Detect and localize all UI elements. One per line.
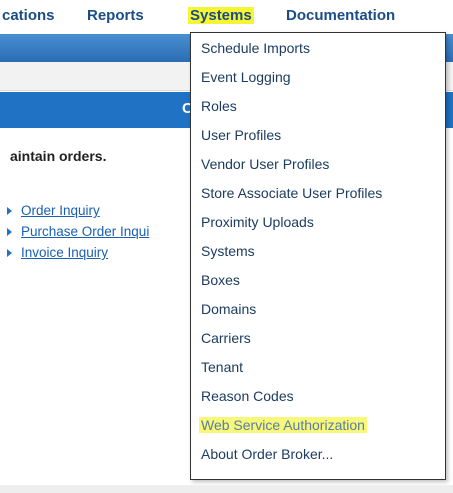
bullet-arrow-icon <box>7 207 12 215</box>
bullet-arrow-icon <box>7 228 12 236</box>
menu-item-label: Proximity Uploads <box>201 214 314 230</box>
menu-item-systems[interactable]: Systems <box>191 239 445 265</box>
menu-item-label: About Order Broker... <box>201 446 334 462</box>
menu-item-reason-codes[interactable]: Reason Codes <box>191 384 445 410</box>
menu-item-label: Roles <box>201 98 237 114</box>
menu-item-schedule-imports[interactable]: Schedule Imports <box>191 36 445 62</box>
menu-item-event-logging[interactable]: Event Logging <box>191 65 445 91</box>
menu-item-user-profiles[interactable]: User Profiles <box>191 123 445 149</box>
menu-item-label: Vendor User Profiles <box>201 156 330 172</box>
menu-item-label: Systems <box>201 243 255 259</box>
menu-item-store-associate-user-profiles[interactable]: Store Associate User Profiles <box>191 181 445 207</box>
nav-item-reports[interactable]: Reports <box>87 7 144 24</box>
order-inquiry-link[interactable]: Order Inquiry <box>21 203 100 218</box>
menu-item-label: Schedule Imports <box>201 40 310 56</box>
menu-item-boxes[interactable]: Boxes <box>191 268 445 294</box>
nav-item-systems[interactable]: Systems <box>188 7 254 24</box>
systems-dropdown-menu: Schedule Imports Event Logging Roles Use… <box>190 32 446 480</box>
page-footer-divider <box>0 485 453 493</box>
menu-item-label: Carriers <box>201 330 251 346</box>
menu-item-about-order-broker[interactable]: About Order Broker... <box>191 442 445 468</box>
bullet-arrow-icon <box>7 249 12 257</box>
menu-item-label: Reason Codes <box>201 388 294 404</box>
menu-item-roles[interactable]: Roles <box>191 94 445 120</box>
menu-item-vendor-user-profiles[interactable]: Vendor User Profiles <box>191 152 445 178</box>
menu-item-label: Tenant <box>201 359 244 375</box>
intro-text: aintain orders. <box>10 148 107 164</box>
menu-item-label: Web Service Authorization <box>199 417 367 433</box>
menu-item-label: Store Associate User Profiles <box>201 185 383 201</box>
menu-item-proximity-uploads[interactable]: Proximity Uploads <box>191 210 445 236</box>
nav-item-documentation[interactable]: Documentation <box>286 7 395 24</box>
menu-item-tenant[interactable]: Tenant <box>191 355 445 381</box>
menu-item-carriers[interactable]: Carriers <box>191 326 445 352</box>
menu-item-label: Boxes <box>201 272 240 288</box>
purchase-order-inquiry-link[interactable]: Purchase Order Inqui <box>21 224 149 239</box>
nav-item-applications[interactable]: cations <box>2 7 55 24</box>
menu-item-domains[interactable]: Domains <box>191 297 445 323</box>
menu-item-label: Domains <box>201 301 257 317</box>
menu-item-label: Event Logging <box>201 69 291 85</box>
top-navigation: cations Reports Systems Documentation <box>0 0 453 34</box>
menu-item-web-service-authorization[interactable]: Web Service Authorization <box>191 413 445 439</box>
menu-item-label: User Profiles <box>201 127 282 143</box>
invoice-inquiry-link[interactable]: Invoice Inquiry <box>21 245 108 260</box>
